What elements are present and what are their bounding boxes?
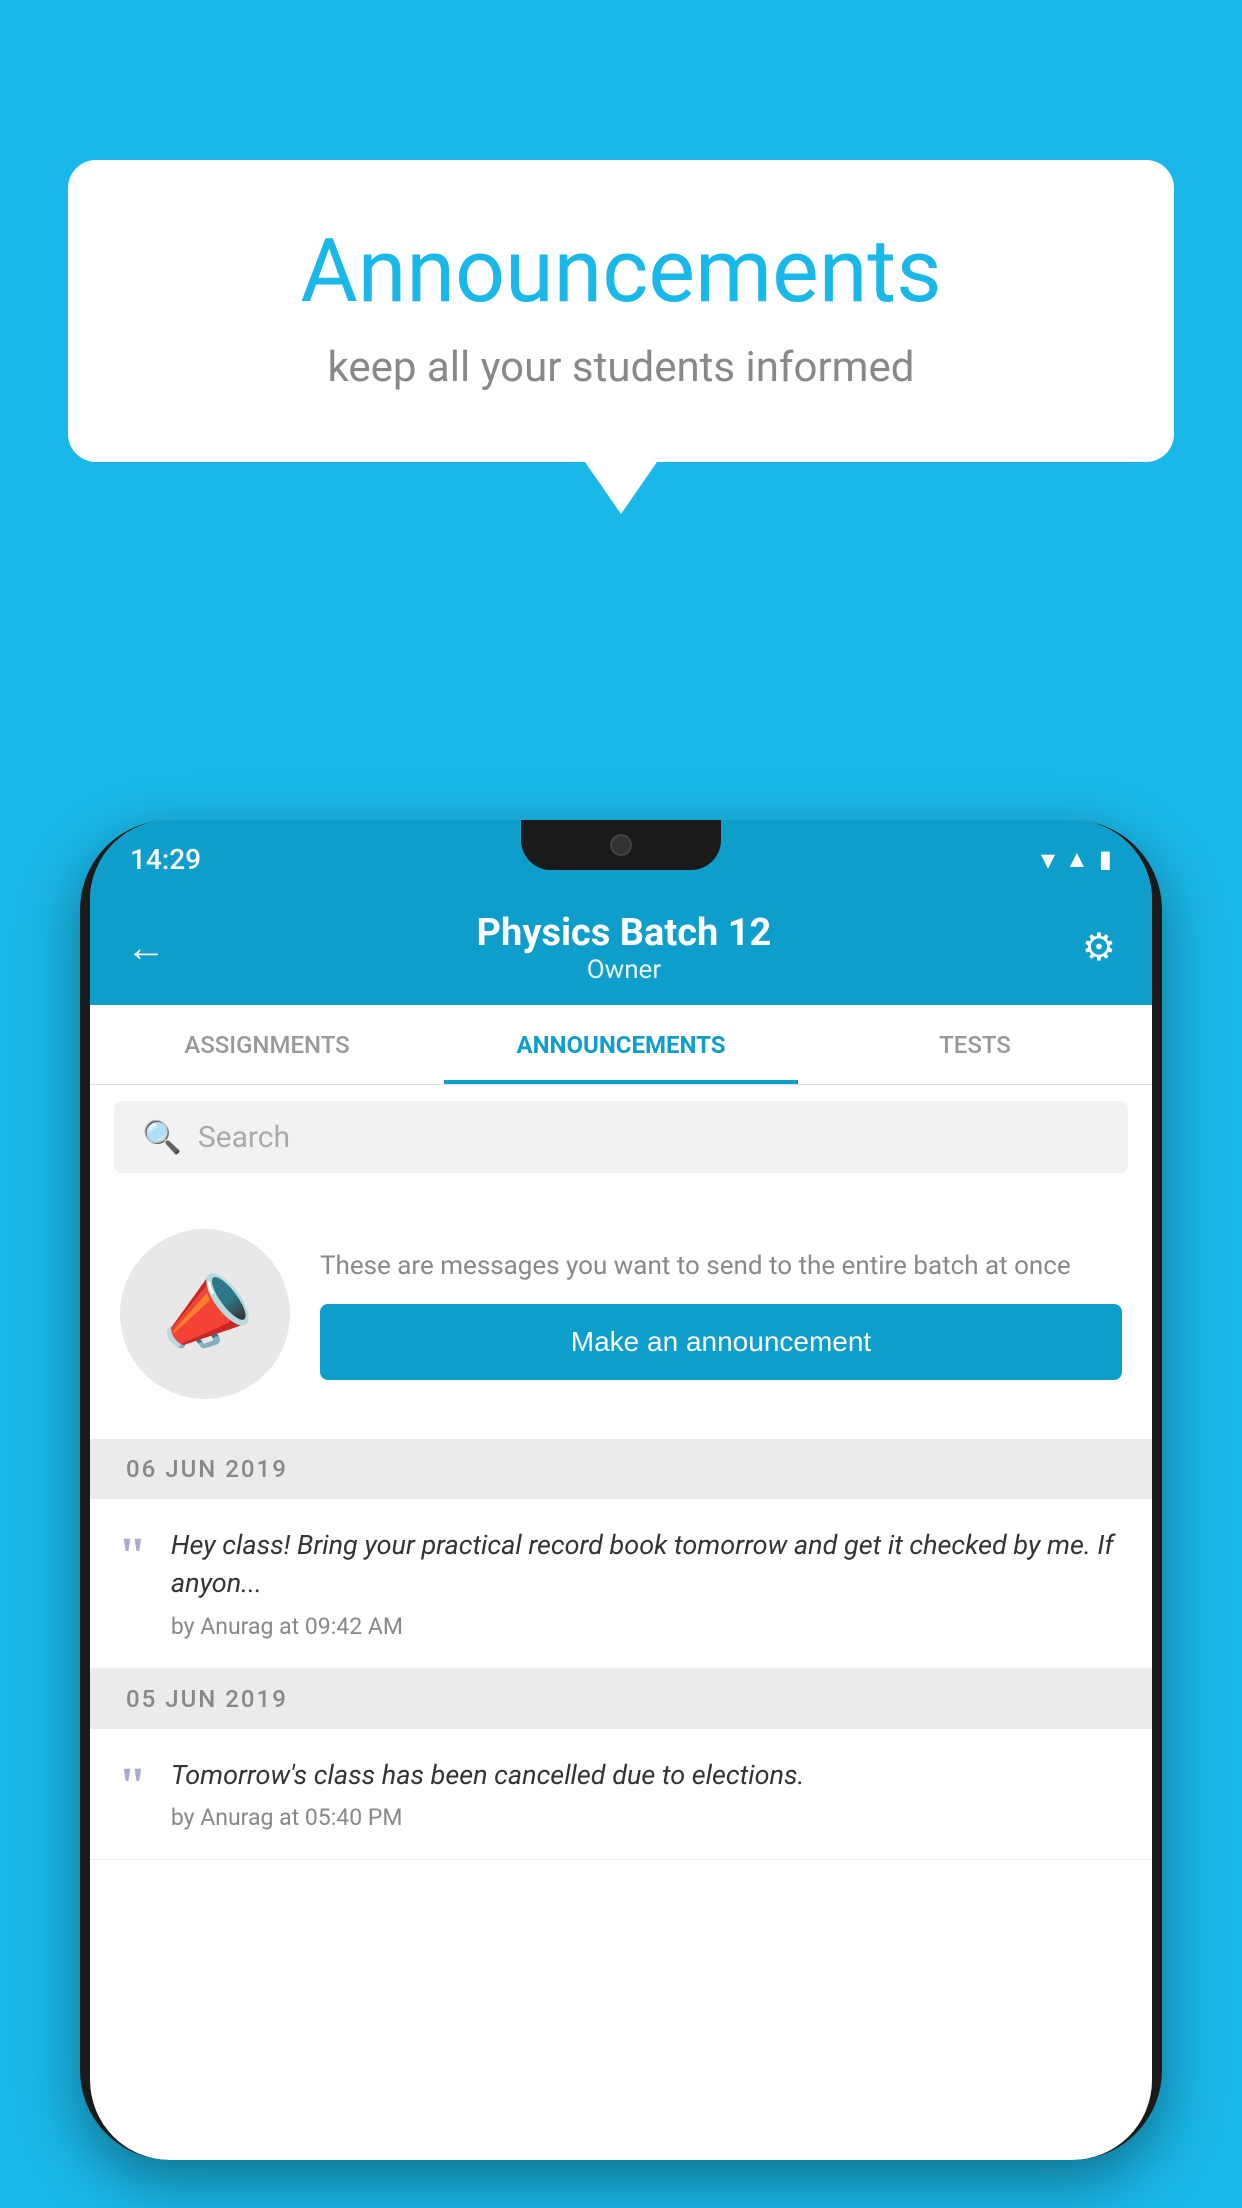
announcement-text-2: Tomorrow's class has been cancelled due … [171, 1757, 1116, 1795]
header-center: Physics Batch 12 Owner [477, 911, 772, 985]
promo-right: These are messages you want to send to t… [320, 1248, 1122, 1380]
back-button[interactable]: ← [126, 924, 166, 971]
announcement-content-2: Tomorrow's class has been cancelled due … [171, 1757, 1116, 1832]
announcement-item-2[interactable]: " Tomorrow's class has been cancelled du… [90, 1729, 1152, 1861]
phone-notch [521, 820, 721, 870]
tab-tests[interactable]: TESTS [798, 1005, 1152, 1084]
bubble-title: Announcements [148, 220, 1094, 323]
battery-icon: ▮ [1099, 845, 1112, 873]
signal-icon: ▲ [1065, 845, 1089, 874]
announcement-meta-2: by Anurag at 05:40 PM [171, 1804, 1116, 1831]
date-separator-1: 06 JUN 2019 [90, 1439, 1152, 1499]
announcement-item-1[interactable]: " Hey class! Bring your practical record… [90, 1499, 1152, 1669]
date-separator-2: 05 JUN 2019 [90, 1669, 1152, 1729]
date-label-1: 06 JUN 2019 [126, 1455, 288, 1483]
date-label-2: 05 JUN 2019 [126, 1685, 288, 1713]
search-bar[interactable]: 🔍 Search [114, 1101, 1128, 1173]
search-placeholder: Search [198, 1120, 290, 1155]
status-icons: ▾ ▲ ▮ [1041, 843, 1112, 876]
header-title: Physics Batch 12 [477, 911, 772, 955]
megaphone-icon: 📣 [148, 1258, 263, 1369]
speech-bubble-arrow [585, 462, 657, 514]
speech-bubble-card: Announcements keep all your students inf… [68, 160, 1174, 462]
make-announcement-button[interactable]: Make an announcement [320, 1304, 1122, 1380]
settings-icon[interactable]: ⚙ [1082, 925, 1116, 970]
promo-card: 📣 These are messages you want to send to… [90, 1189, 1152, 1439]
phone-screen: 14:29 ▾ ▲ ▮ ← Physics Batch 12 Owner ⚙ A… [90, 820, 1152, 2160]
tab-assignments[interactable]: ASSIGNMENTS [90, 1005, 444, 1084]
tab-announcements[interactable]: ANNOUNCEMENTS [444, 1005, 798, 1084]
quote-icon-1: " [118, 1531, 147, 1583]
app-header: ← Physics Batch 12 Owner ⚙ [90, 890, 1152, 1005]
search-icon: 🔍 [142, 1118, 182, 1156]
bubble-subtitle: keep all your students informed [148, 343, 1094, 392]
quote-icon-2: " [118, 1761, 147, 1813]
status-time: 14:29 [130, 843, 201, 876]
content-area: 🔍 Search 📣 These are messages you want t… [90, 1085, 1152, 1860]
speech-bubble-section: Announcements keep all your students inf… [68, 160, 1174, 514]
phone-camera [610, 834, 632, 856]
header-subtitle: Owner [477, 955, 772, 985]
wifi-icon: ▾ [1041, 843, 1055, 876]
announcement-content-1: Hey class! Bring your practical record b… [171, 1527, 1116, 1640]
phone-mockup: 14:29 ▾ ▲ ▮ ← Physics Batch 12 Owner ⚙ A… [80, 820, 1162, 2208]
tabs-bar: ASSIGNMENTS ANNOUNCEMENTS TESTS [90, 1005, 1152, 1085]
phone-frame: 14:29 ▾ ▲ ▮ ← Physics Batch 12 Owner ⚙ A… [80, 820, 1162, 2160]
promo-description: These are messages you want to send to t… [320, 1248, 1122, 1284]
announcement-text-1: Hey class! Bring your practical record b… [171, 1527, 1116, 1603]
promo-icon-circle: 📣 [120, 1229, 290, 1399]
announcement-meta-1: by Anurag at 09:42 AM [171, 1613, 1116, 1640]
search-container: 🔍 Search [90, 1085, 1152, 1189]
